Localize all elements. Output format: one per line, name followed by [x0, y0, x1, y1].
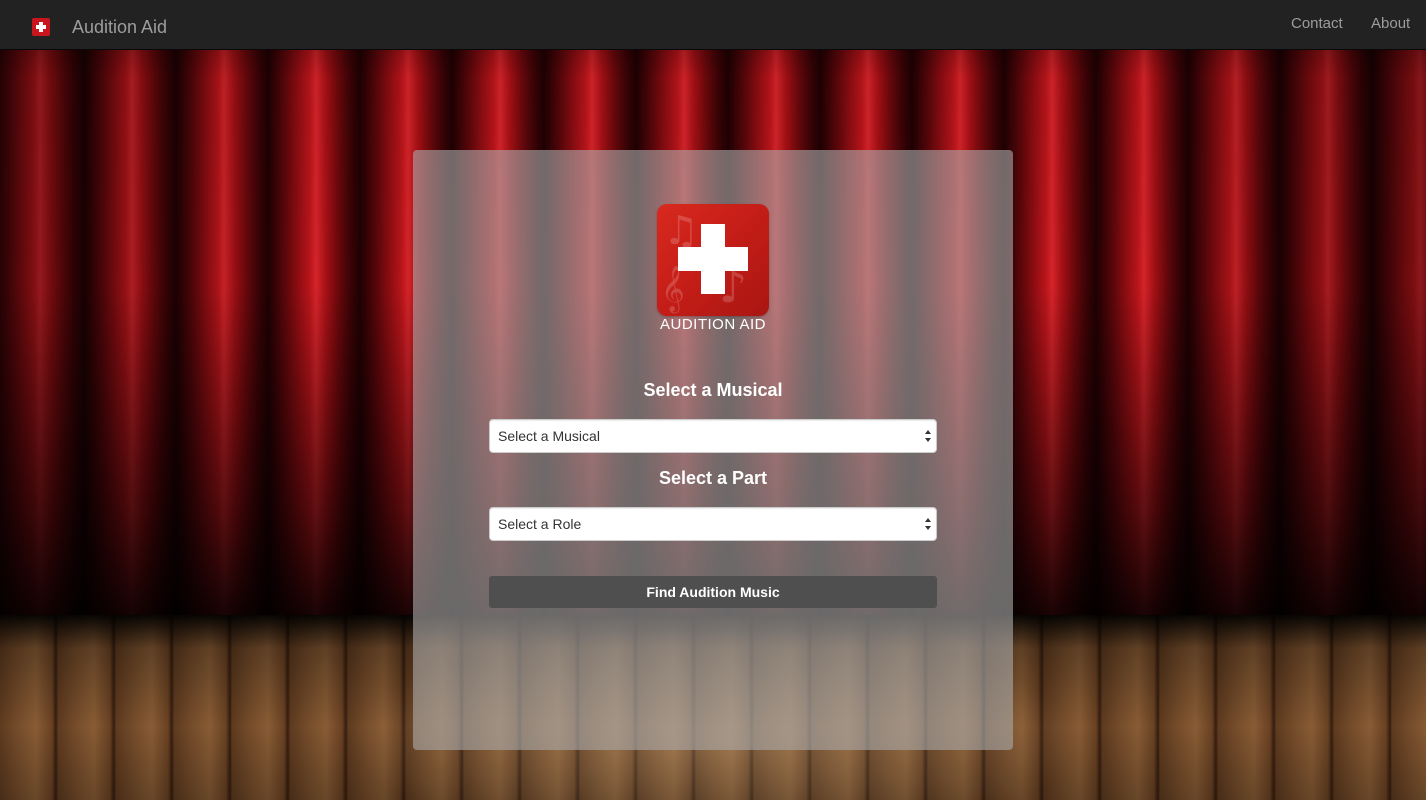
arrow-up-icon: [924, 430, 931, 434]
musical-select-value: Select a Musical: [498, 428, 600, 444]
part-heading: Select a Part: [658, 468, 768, 488]
musical-select[interactable]: Select a Musical: [489, 419, 937, 453]
treble-clef-decoration: 𝄞: [661, 266, 685, 312]
brand-link[interactable]: Audition Aid: [72, 15, 167, 39]
search-panel: ♫ ♪ 𝄞 AUDITION AID Select a Musical Sele…: [413, 150, 1013, 750]
updown-arrows-icon: [924, 430, 931, 442]
navbar: Audition Aid Contact About: [0, 0, 1426, 50]
musical-heading: Select a Musical: [643, 380, 783, 400]
audition-aid-logo-icon[interactable]: [32, 18, 50, 36]
find-audition-music-button[interactable]: Find Audition Music: [489, 576, 937, 608]
role-select-value: Select a Role: [498, 516, 582, 532]
logo-caption: AUDITION AID: [659, 316, 766, 333]
arrow-up-icon: [924, 518, 931, 522]
arrow-down-icon: [924, 526, 931, 530]
logo-plus-horizontal: [678, 247, 748, 271]
updown-arrows-icon: [924, 518, 931, 530]
audition-aid-logo-icon: ♫ ♪ 𝄞: [657, 204, 769, 316]
nav-link-about[interactable]: About: [1371, 14, 1410, 34]
role-select[interactable]: Select a Role: [489, 507, 937, 541]
nav-link-contact[interactable]: Contact: [1291, 14, 1343, 34]
arrow-down-icon: [924, 438, 931, 442]
logo-plus-horizontal: [36, 25, 46, 29]
